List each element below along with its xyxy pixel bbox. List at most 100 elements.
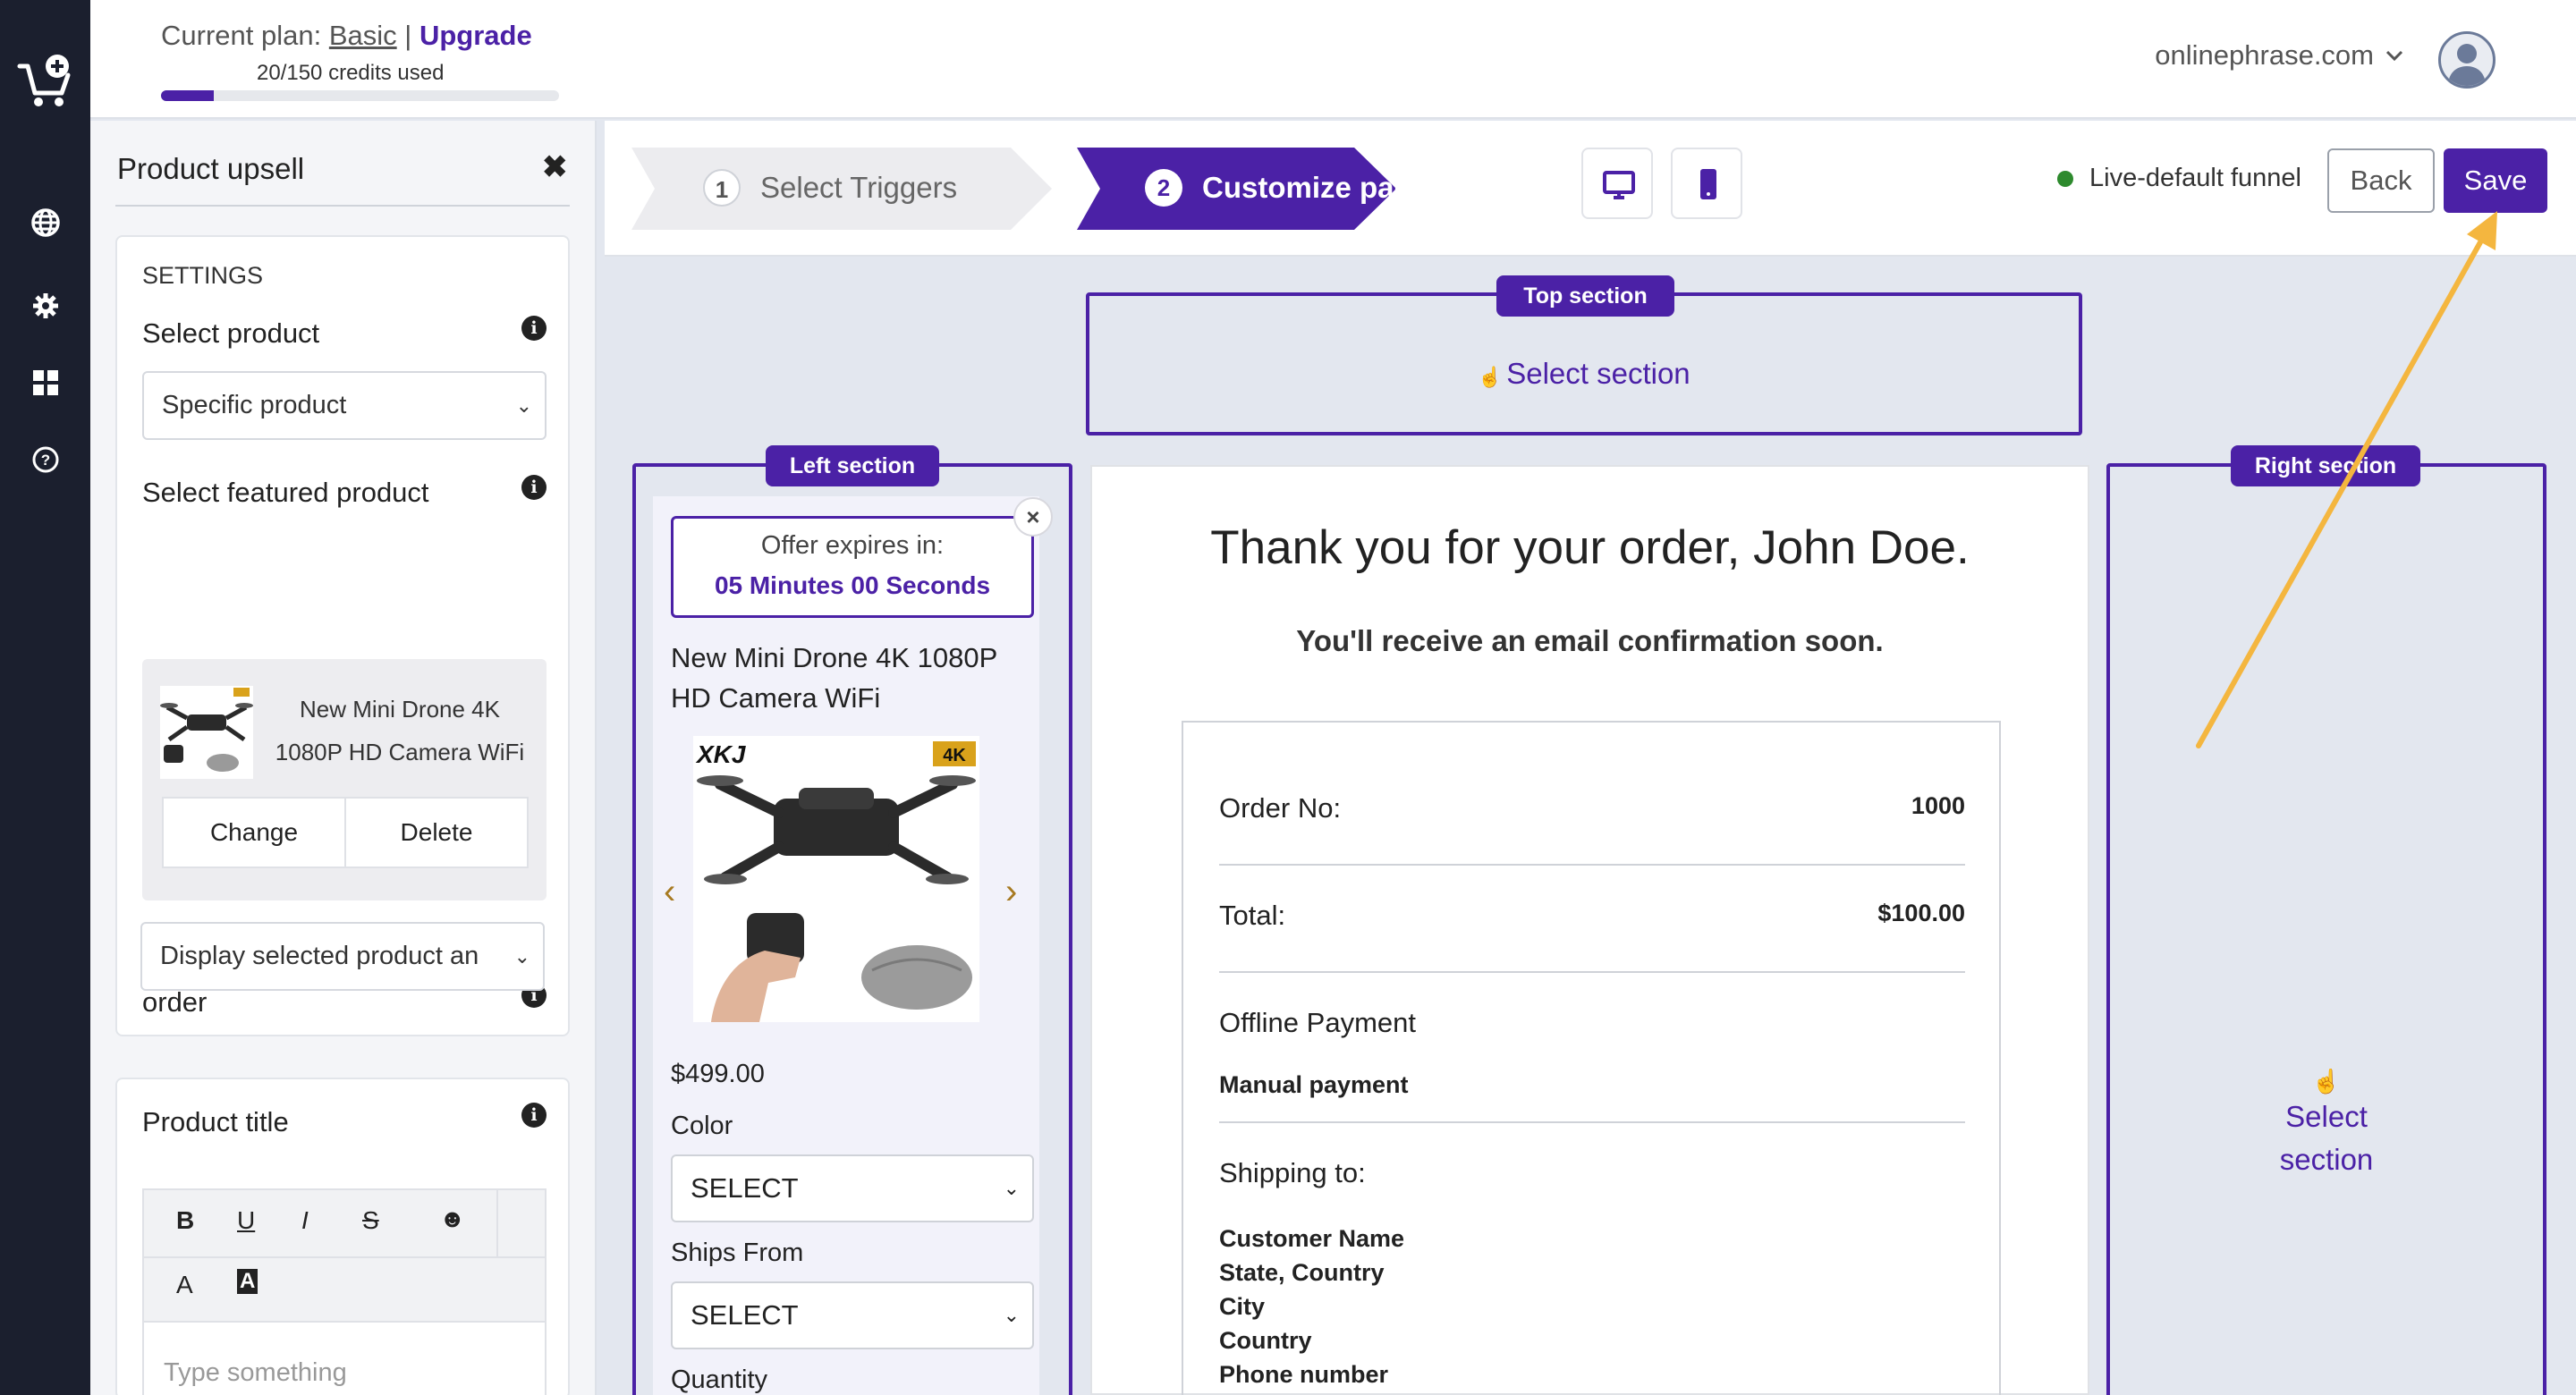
panel-title: Product upsell <box>117 152 305 185</box>
globe-icon[interactable] <box>0 207 90 238</box>
desktop-view-button[interactable] <box>1581 148 1653 219</box>
mobile-view-button[interactable] <box>1671 148 1742 219</box>
font-color-icon[interactable]: A <box>176 1271 193 1299</box>
brand-mark: XKJ <box>695 740 747 768</box>
step-number: 1 <box>703 169 741 207</box>
featured-product-card: New Mini Drone 4K 1080P HD Camera WiFi C… <box>142 659 547 900</box>
featured-product-name: New Mini Drone 4K 1080P HD Camera WiFi <box>275 696 525 765</box>
total-value: $100.00 <box>1877 900 1965 926</box>
user-avatar[interactable] <box>2438 31 2496 89</box>
thank-you-subheading: You'll receive an email confirmation soo… <box>1296 624 1884 657</box>
prev-image-icon[interactable]: ‹ <box>664 872 675 912</box>
shipping-line: Customer Name <box>1219 1225 1405 1252</box>
upsell-widget: Offer expires in: 05 Minutes 00 Seconds … <box>653 496 1039 1395</box>
plan-info: Current plan: Basic | Upgrade <box>161 20 532 52</box>
close-icon[interactable]: ✖ <box>542 149 568 185</box>
change-button[interactable]: Change <box>162 797 346 868</box>
featured-product-thumbnail <box>160 686 253 779</box>
original-order-dropdown[interactable]: Display selected product an ⌄ <box>140 922 545 991</box>
close-icon[interactable]: × <box>1013 497 1053 537</box>
credits-progress-fill <box>161 90 215 101</box>
info-icon[interactable]: i <box>521 1103 547 1128</box>
shipping-line: City <box>1219 1293 1266 1320</box>
top-select-section[interactable]: ☝ Select section <box>1089 357 2079 391</box>
order-no-value: 1000 <box>1911 792 1965 819</box>
right-select-line1: Select <box>2285 1100 2368 1133</box>
offer-timer: Offer expires in: 05 Minutes 00 Seconds <box>671 516 1034 618</box>
chevron-down-icon: ⌄ <box>1003 1177 1020 1199</box>
payment-value: Manual payment <box>1219 1071 1409 1098</box>
grid-icon[interactable] <box>0 370 90 395</box>
chevron-down-icon: ⌄ <box>515 394 532 417</box>
info-icon[interactable]: i <box>521 316 547 341</box>
italic-icon[interactable]: I <box>301 1206 309 1235</box>
cart-plus-icon[interactable] <box>0 52 90 111</box>
delete-button[interactable]: Delete <box>344 797 529 868</box>
payment-label: Offline Payment <box>1219 1007 1416 1038</box>
plan-name-link[interactable]: Basic <box>329 20 397 51</box>
product-title-editor[interactable]: Type something <box>142 1323 547 1395</box>
highlight-color-icon[interactable]: A <box>237 1269 258 1294</box>
order-no-label: Order No: <box>1219 792 1342 824</box>
shipping-address: Customer Name State, Country City Countr… <box>1219 1222 1404 1391</box>
save-button[interactable]: Save <box>2444 148 2547 213</box>
color-label: Color <box>671 1112 733 1140</box>
total-row: Total: $100.00 <box>1219 900 1965 935</box>
settings-heading: SETTINGS <box>142 262 264 289</box>
right-section-dropzone[interactable]: ☝ Select section <box>2106 463 2546 1395</box>
settings-panel: Product upsell ✖ SETTINGS Select product… <box>90 121 597 1395</box>
domain-label: onlinephrase.com <box>2155 39 2374 71</box>
step-number: 2 <box>1145 169 1182 207</box>
total-label: Total: <box>1219 900 1286 931</box>
svg-text:?: ? <box>40 452 49 469</box>
order-no-row: Order No: 1000 <box>1219 792 1965 828</box>
live-status: Live-default funnel <box>2057 164 2301 193</box>
chevron-down-icon <box>2385 50 2403 62</box>
step-label: Customize page <box>1202 171 1429 204</box>
settings-card: SETTINGS Select product i Specific produ… <box>115 235 570 1036</box>
top-select-label: Select section <box>1506 357 1690 390</box>
shipping-line: Country <box>1219 1327 1312 1354</box>
desktop-icon <box>1603 171 1635 199</box>
domain-selector[interactable]: onlinephrase.com <box>2155 39 2404 72</box>
select-product-label: Select product <box>142 317 320 349</box>
color-select-value: SELECT <box>691 1172 799 1204</box>
left-section-tag: Left section <box>766 445 939 486</box>
upgrade-link[interactable]: Upgrade <box>419 20 532 51</box>
chevron-down-icon: ⌄ <box>513 945 530 968</box>
right-select-section[interactable]: ☝ Select section <box>2110 1068 2543 1181</box>
bold-icon[interactable]: B <box>176 1206 194 1235</box>
info-icon[interactable]: i <box>521 475 547 500</box>
ships-from-value: SELECT <box>691 1299 799 1331</box>
emoji-icon[interactable]: ☻ <box>439 1205 465 1233</box>
credits-progress-bar <box>161 90 559 101</box>
builder-header: 1 Select Triggers 2 Customize page Live-… <box>605 121 2576 257</box>
upsell-product-title: New Mini Drone 4K 1080P HD Camera WiFi <box>671 642 997 714</box>
help-icon[interactable]: ? <box>0 445 90 474</box>
divider <box>1219 864 1965 866</box>
color-select[interactable]: SELECT ⌄ <box>671 1154 1034 1222</box>
step-customize-page[interactable]: 2 Customize page <box>1145 169 1428 207</box>
gear-icon[interactable] <box>0 292 90 319</box>
shipping-line: Phone number <box>1219 1361 1389 1388</box>
next-image-icon[interactable]: › <box>1005 872 1017 912</box>
right-select-line2: section <box>2279 1143 2374 1176</box>
product-title-card: Product title i B U I S ☻ A A Type somet… <box>115 1078 570 1395</box>
upsell-product-image: XKJ 4K <box>693 736 979 1022</box>
app-sidebar: ? <box>0 0 90 1395</box>
select-product-dropdown[interactable]: Specific product ⌄ <box>142 371 547 440</box>
thank-you-heading: Thank you for your order, John Doe. <box>1210 521 1970 574</box>
step-select-triggers[interactable]: 1 Select Triggers <box>703 169 957 207</box>
shipping-label: Shipping to: <box>1219 1157 1366 1188</box>
plan-separator: | <box>404 20 412 51</box>
step-label: Select Triggers <box>760 171 958 204</box>
ships-from-select[interactable]: SELECT ⌄ <box>671 1281 1034 1349</box>
mobile-icon <box>1700 169 1716 199</box>
underline-icon[interactable]: U <box>237 1206 255 1235</box>
ships-from-label: Ships From <box>671 1239 804 1267</box>
editor-placeholder: Type something <box>164 1358 347 1387</box>
credits-used: 20/150 credits used <box>257 61 445 85</box>
back-button[interactable]: Back <box>2327 148 2435 213</box>
strikethrough-icon[interactable]: S <box>362 1206 379 1235</box>
product-title-label: Product title <box>142 1106 289 1137</box>
